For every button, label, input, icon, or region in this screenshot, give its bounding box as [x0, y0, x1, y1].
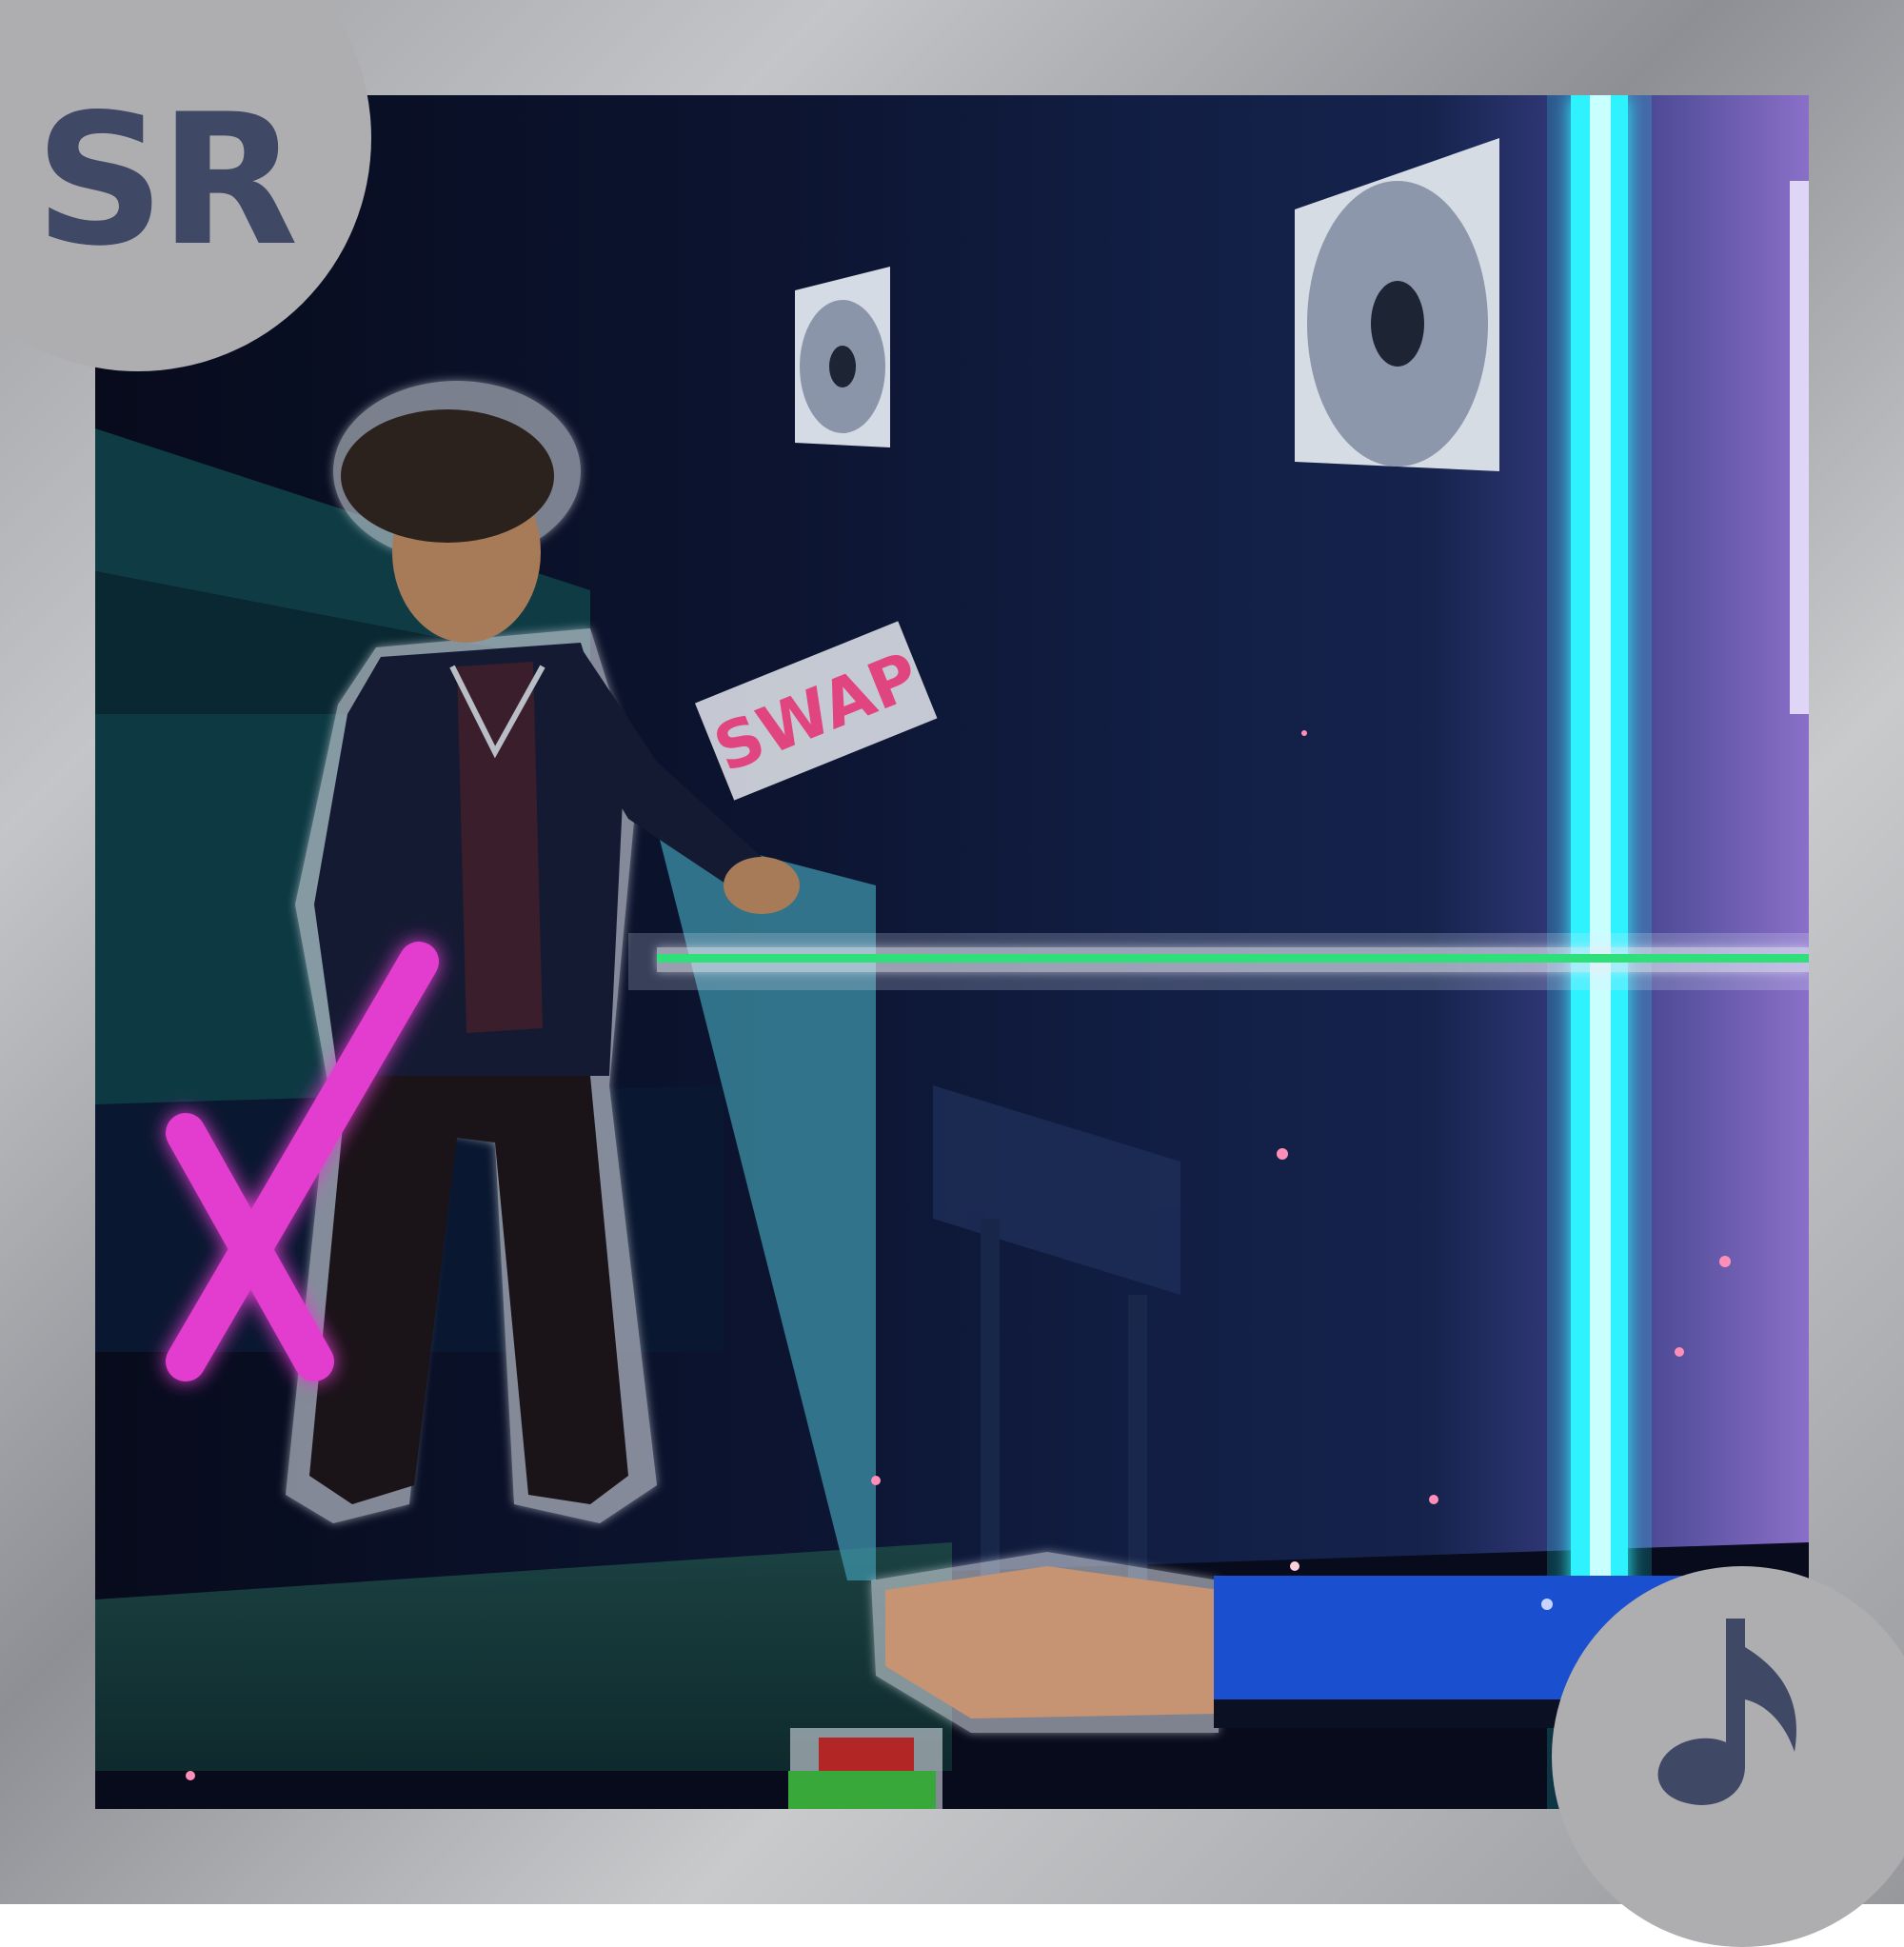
game-scene: SWAP — [95, 95, 1809, 1809]
logo-text: SR — [34, 75, 298, 286]
game-frame: SWAP SR — [0, 0, 1904, 1947]
purple-door-frame — [1790, 181, 1809, 714]
stool — [933, 1085, 1180, 1580]
hit-line — [628, 933, 1809, 990]
music-note-icon[interactable] — [1652, 1609, 1814, 1809]
large-speaker — [1295, 138, 1499, 471]
action-button[interactable] — [788, 1728, 942, 1809]
small-speaker — [795, 267, 890, 447]
swap-sign: SWAP — [695, 621, 938, 801]
